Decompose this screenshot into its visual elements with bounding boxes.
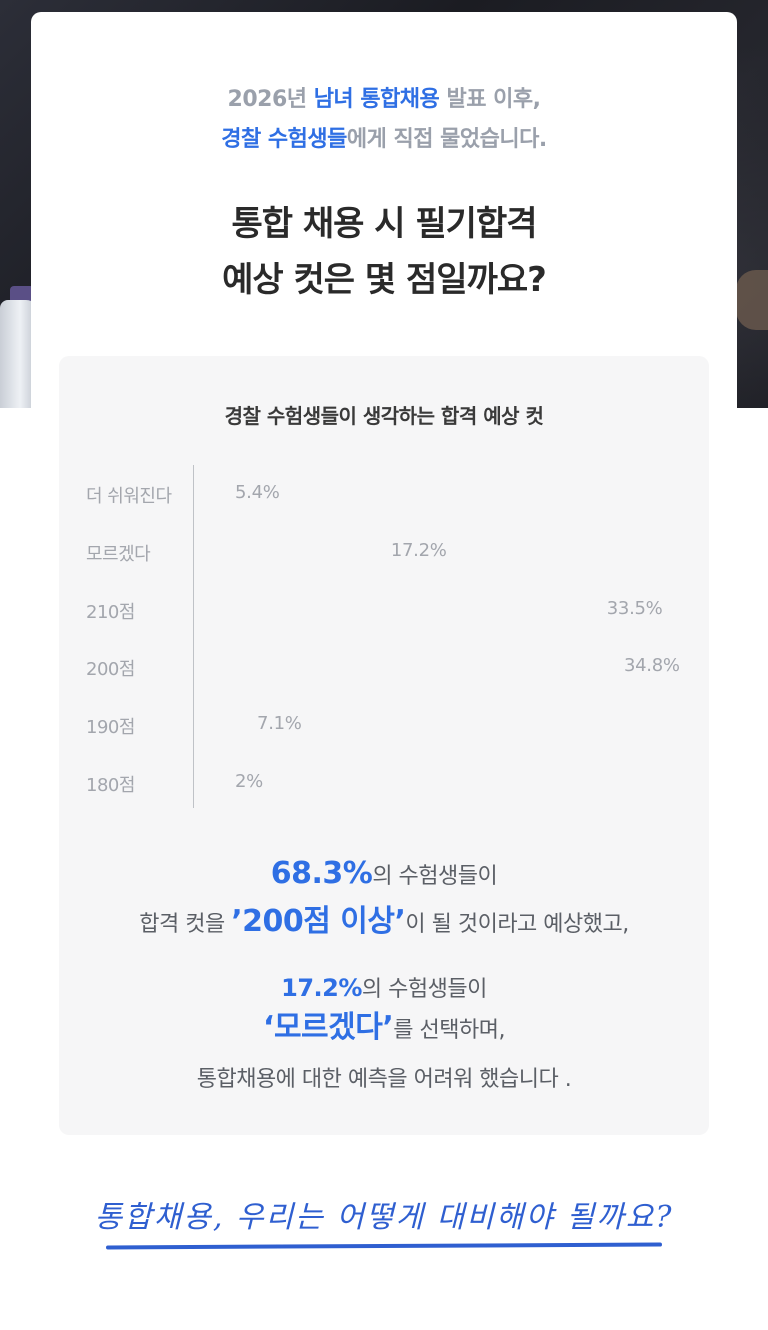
intro-line-1: 2026년 남녀 통합채용 발표 이후, bbox=[0, 80, 768, 120]
summary-line5-text: 통합채용에 대한 예측을 어려워 했습니다 . bbox=[196, 1067, 572, 1092]
summary-line4-suffix: 를 선택하며, bbox=[393, 1018, 505, 1043]
intro-line1-highlight: 남녀 통합채용 bbox=[313, 87, 440, 112]
headline-line-1: 통합 채용 시 필기합격 bbox=[231, 204, 537, 244]
chart-category-label: 210점 bbox=[86, 601, 135, 623]
summary-unknown-label: ‘모르겠다’ bbox=[263, 1010, 394, 1045]
intro-line2-suffix: 에게 직접 물었습니다. bbox=[346, 127, 547, 152]
chart-category-label: 180점 bbox=[86, 775, 135, 796]
closing-question: 통합채용, 우리는 어떻게 대비해야 될까요? bbox=[94, 1200, 674, 1235]
chart-value-label: 5.4% bbox=[235, 482, 280, 503]
intro-text: 2026년 남녀 통합채용 발표 이후, 경찰 수험생들에게 직접 물었습니다. bbox=[0, 80, 768, 160]
chart-axis-line bbox=[193, 465, 194, 808]
headline-line-2: 예상 컷은 몇 점일까요? bbox=[222, 260, 547, 300]
summary-line2-prefix: 합격 컷을 bbox=[139, 912, 232, 937]
summary-line-1: 68.3%의 수험생들이 bbox=[0, 852, 768, 899]
summary-line-3: 17.2%의 수험생들이 bbox=[0, 968, 768, 1010]
intro-line-2: 경찰 수험생들에게 직접 물었습니다. bbox=[0, 120, 768, 160]
intro-line1-prefix: 2026년 bbox=[227, 87, 314, 112]
chart-value-label: 17.2% bbox=[390, 539, 447, 561]
summary-percent-200-plus: 68.3% bbox=[270, 856, 373, 891]
summary-line-4: ‘모르겠다’를 선택하며, bbox=[0, 1006, 768, 1053]
chart-value-label: 34.8% bbox=[624, 655, 680, 677]
chart-category-label: 190점 bbox=[86, 717, 135, 739]
closing-underline bbox=[105, 1242, 663, 1250]
chart-value-label: 33.5% bbox=[606, 597, 663, 619]
chart-category-label: 모르겠다 bbox=[86, 543, 151, 565]
intro-line1-suffix: 발표 이후, bbox=[439, 87, 541, 112]
summary-line1-text: 의 수험생들이 bbox=[372, 864, 498, 889]
intro-line2-highlight: 경찰 수험생들 bbox=[221, 127, 347, 152]
chart-category-label: 더 쉬워진다 bbox=[86, 486, 172, 507]
summary-line-5: 통합채용에 대한 예측을 어려워 했습니다 . bbox=[0, 1060, 768, 1100]
chart-value-label: 2% bbox=[235, 771, 263, 792]
summary-percent-unknown: 17.2% bbox=[281, 974, 362, 1002]
summary-200-plus-label: ’200점 이상’ bbox=[231, 904, 406, 939]
chart-title: 경찰 수험생들이 생각하는 합격 예상 컷 bbox=[224, 404, 544, 428]
summary-line-2: 합격 컷을 ’200점 이상’이 될 것이라고 예상했고, bbox=[0, 900, 768, 947]
chart-category-label: 200점 bbox=[86, 659, 135, 681]
summary-line2-suffix: 이 될 것이라고 예상했고, bbox=[405, 912, 629, 937]
page-title: 통합 채용 시 필기합격 예상 컷은 몇 점일까요? bbox=[0, 196, 768, 308]
chart-value-label: 7.1% bbox=[257, 713, 302, 735]
summary-line3-text: 의 수험생들이 bbox=[361, 977, 487, 1002]
